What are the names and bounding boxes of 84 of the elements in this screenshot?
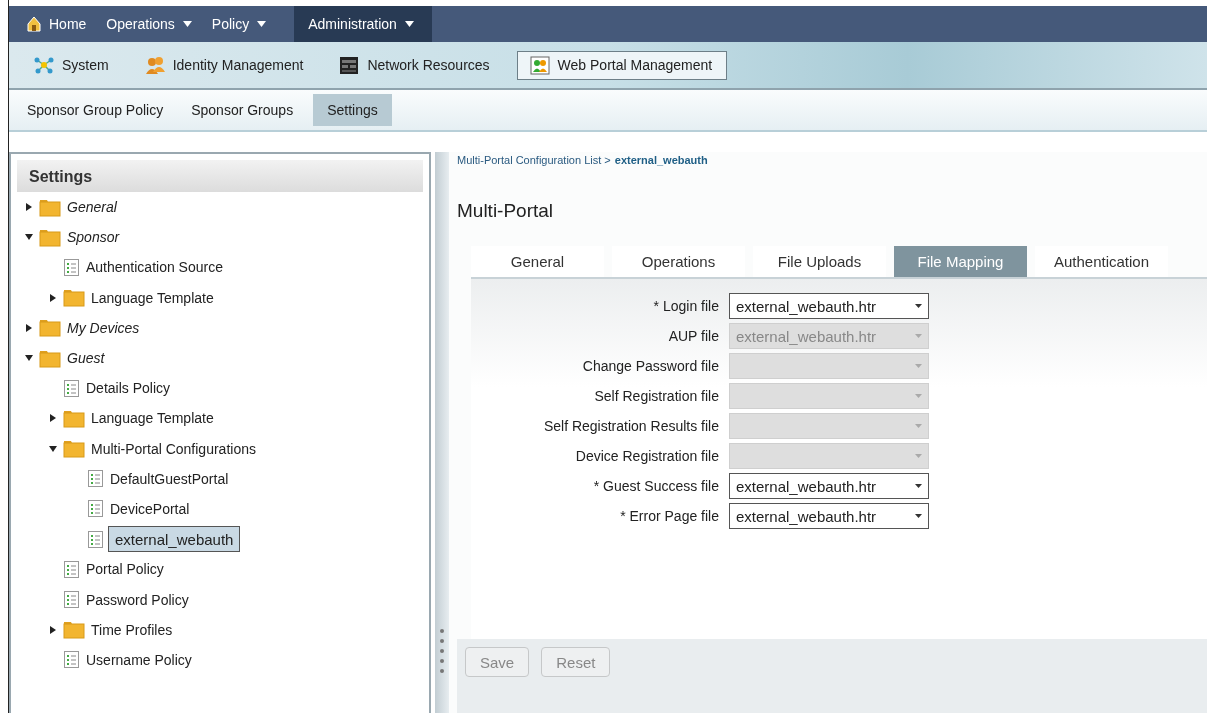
expand-arrow-icon[interactable] — [49, 293, 57, 302]
tree-item[interactable]: Sponsor — [65, 225, 138, 250]
tab[interactable]: Authentication — [1035, 246, 1168, 277]
people-icon — [144, 55, 165, 75]
expand-arrow-icon[interactable] — [49, 414, 57, 423]
nav-menu[interactable]: Operations — [100, 6, 206, 42]
expand-arrow-icon[interactable] — [49, 625, 57, 634]
caret-icon — [915, 484, 922, 488]
list-page-icon — [87, 499, 104, 519]
field-label: Change Password file — [581, 358, 719, 374]
home-icon — [27, 16, 41, 32]
caret-icon — [915, 424, 922, 428]
section-tab[interactable]: Network Resources — [330, 50, 499, 80]
section-tab[interactable]: Identity Management — [135, 50, 313, 80]
list-page-icon — [63, 378, 80, 398]
collapse-arrow-icon[interactable] — [49, 444, 57, 453]
tree-item[interactable]: Guest — [65, 346, 123, 371]
expand-arrow-icon[interactable] — [25, 203, 33, 212]
tree-item[interactable]: Username Policy — [84, 647, 210, 672]
panel-title: Settings — [17, 160, 423, 192]
tab[interactable]: Operations — [612, 246, 745, 277]
list-page-icon — [63, 559, 80, 579]
folder-icon — [63, 408, 85, 428]
caret-icon — [915, 364, 922, 368]
tree-item[interactable]: Portal Policy — [84, 557, 182, 582]
folder-icon — [63, 439, 85, 459]
field-label: Self Registration file — [593, 388, 719, 404]
folder-icon — [39, 348, 61, 368]
caret-icon — [915, 394, 922, 398]
tree-item[interactable]: My Devices — [65, 315, 158, 340]
network-icon — [34, 55, 54, 75]
folder-icon — [63, 288, 85, 308]
tree-item[interactable]: General — [65, 195, 135, 220]
sub-nav-tab[interactable]: Sponsor Groups — [183, 94, 312, 126]
nav-menu[interactable]: Administration — [294, 6, 432, 42]
folder-icon — [63, 620, 85, 640]
dropdown-field[interactable]: external_webauth.htr — [729, 503, 929, 529]
field-label: * Error Page file — [619, 508, 719, 524]
tree-item[interactable]: DefaultGuestPortal — [108, 466, 247, 491]
breadcrumb-link[interactable]: Multi-Portal Configuration List > — [457, 154, 611, 166]
dropdown-field[interactable]: external_webauth.htr — [729, 473, 929, 499]
field-label: * Guest Success file — [592, 478, 719, 494]
caret-icon — [915, 334, 922, 338]
sub-nav-tab[interactable]: Sponsor Group Policy — [19, 94, 182, 126]
sub-nav-tab[interactable]: Settings — [313, 94, 392, 126]
list-page-icon — [63, 590, 80, 610]
collapse-arrow-icon[interactable] — [25, 354, 33, 363]
field-label: Self Registration Results file — [542, 418, 719, 434]
tree-item[interactable]: Details Policy — [84, 376, 189, 401]
nav-menu[interactable]: Policy — [205, 6, 281, 42]
caret-icon — [915, 514, 922, 518]
expand-arrow-icon[interactable] — [25, 323, 33, 332]
tree-item[interactable]: Time Profiles — [89, 617, 191, 642]
tree-item[interactable]: Authentication Source — [84, 255, 241, 280]
field-label: Device Registration file — [574, 448, 719, 464]
caret-icon — [915, 304, 922, 308]
collapse-arrow-icon[interactable] — [25, 233, 33, 242]
section-tab[interactable]: Web Portal Management — [516, 50, 728, 80]
folder-icon — [39, 227, 61, 247]
breadcrumb-current: external_webauth — [614, 154, 708, 166]
tree-item[interactable]: Language Template — [89, 406, 232, 431]
server-icon — [339, 55, 360, 75]
tree-item[interactable]: Language Template — [89, 285, 232, 310]
folder-icon — [39, 197, 61, 217]
tab[interactable]: File Uploads — [753, 246, 886, 277]
tree-item[interactable]: DevicePortal — [108, 496, 208, 521]
nav-menu[interactable]: Home — [21, 6, 101, 42]
field-label: * Login file — [652, 298, 719, 314]
people-icon — [529, 55, 550, 75]
caret-icon — [915, 454, 922, 458]
list-page-icon — [87, 529, 104, 549]
splitter-handle[interactable] — [435, 152, 449, 713]
tree-item[interactable]: Password Policy — [84, 587, 207, 612]
list-page-icon — [87, 469, 104, 489]
dropdown-field[interactable]: external_webauth.htr — [729, 293, 929, 319]
section-tab[interactable]: System — [25, 50, 118, 80]
tab[interactable]: General — [471, 246, 604, 277]
page-title: Multi-Portal — [457, 200, 555, 222]
list-page-icon — [63, 650, 80, 670]
tree-item[interactable]: external_webauth — [108, 526, 241, 553]
list-page-icon — [63, 257, 80, 277]
folder-icon — [39, 318, 61, 338]
tree-item[interactable]: Multi-Portal Configurations — [89, 436, 274, 461]
field-label: AUP file — [667, 328, 719, 344]
